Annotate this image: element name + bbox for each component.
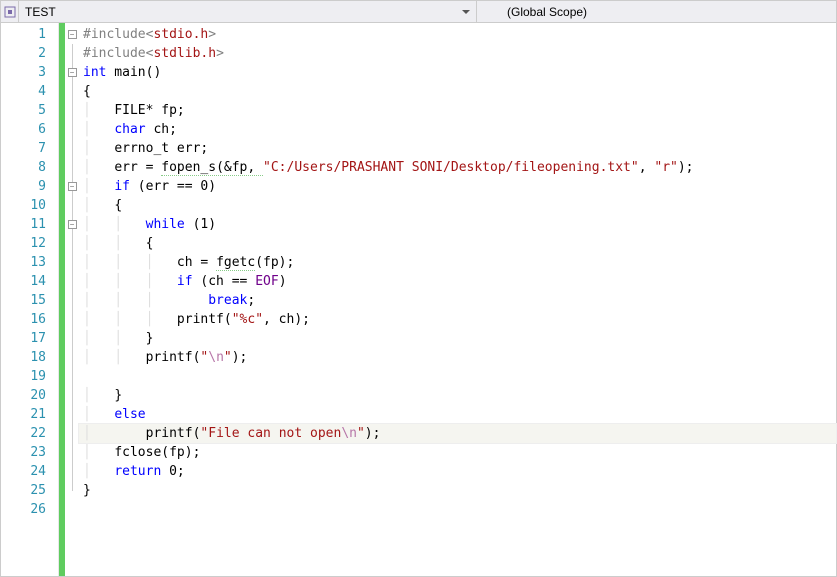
scope-dropdown[interactable]: (Global Scope)	[477, 1, 836, 22]
code-line[interactable]: int main()	[79, 63, 836, 82]
line-number-gutter: 1 2 3 4 5 6 7 8 9 10 11 12 13 14 15 16 1…	[1, 23, 59, 576]
line-number: 24	[1, 462, 58, 481]
line-number: 23	[1, 443, 58, 462]
line-number: 13	[1, 253, 58, 272]
code-line[interactable]: │ fclose(fp);	[79, 443, 836, 462]
code-line[interactable]	[79, 367, 836, 386]
context-label: TEST	[25, 5, 56, 19]
line-number: 19	[1, 367, 58, 386]
code-line[interactable]: │ {	[79, 196, 836, 215]
code-line[interactable]: │ │ │ ch = fgetc(fp);	[79, 253, 836, 272]
context-target-icon[interactable]	[1, 1, 19, 22]
line-number: 12	[1, 234, 58, 253]
line-number: 7	[1, 139, 58, 158]
fold-toggle-icon[interactable]: −	[68, 182, 77, 191]
line-number: 15	[1, 291, 58, 310]
line-number: 20	[1, 386, 58, 405]
context-dropdown[interactable]: TEST	[19, 1, 477, 22]
line-number: 3	[1, 63, 58, 82]
line-number: 1	[1, 25, 58, 44]
code-line[interactable]: │ │ │ printf("%c", ch);	[79, 310, 836, 329]
line-number: 18	[1, 348, 58, 367]
code-area[interactable]: #include<stdio.h> #include<stdlib.h> int…	[79, 23, 836, 576]
code-line[interactable]: │ errno_t err;	[79, 139, 836, 158]
code-line[interactable]: #include<stdio.h>	[79, 25, 836, 44]
code-line[interactable]: #include<stdlib.h>	[79, 44, 836, 63]
fold-toggle-icon[interactable]: −	[68, 220, 77, 229]
code-line[interactable]: │ │ │ if (ch == EOF)	[79, 272, 836, 291]
code-line[interactable]: {	[79, 82, 836, 101]
line-number: 6	[1, 120, 58, 139]
line-number: 8	[1, 158, 58, 177]
line-number: 26	[1, 500, 58, 519]
code-line[interactable]: │ char ch;	[79, 120, 836, 139]
code-line[interactable]: │ printf("File can not open\n");	[79, 424, 836, 443]
line-number: 4	[1, 82, 58, 101]
code-line[interactable]: │ │ while (1)	[79, 215, 836, 234]
line-number: 9	[1, 177, 58, 196]
line-number: 21	[1, 405, 58, 424]
line-number: 17	[1, 329, 58, 348]
chevron-down-icon	[462, 10, 470, 14]
line-number: 10	[1, 196, 58, 215]
line-number: 2	[1, 44, 58, 63]
code-line[interactable]: │ else	[79, 405, 836, 424]
outlining-margin: − − − −	[65, 23, 79, 576]
code-line[interactable]: │ err = fopen_s(&fp, "C:/Users/PRASHANT …	[79, 158, 836, 177]
fold-toggle-icon[interactable]: −	[68, 68, 77, 77]
code-line[interactable]: │ FILE* fp;	[79, 101, 836, 120]
fold-toggle-icon[interactable]: −	[68, 30, 77, 39]
line-number: 25	[1, 481, 58, 500]
code-line[interactable]: │ │ │ break;	[79, 291, 836, 310]
scope-label: (Global Scope)	[507, 5, 587, 19]
code-line[interactable]: }	[79, 481, 836, 500]
line-number: 11	[1, 215, 58, 234]
line-number: 5	[1, 101, 58, 120]
code-line[interactable]: │ │ printf("\n");	[79, 348, 836, 367]
line-number: 14	[1, 272, 58, 291]
code-editor: 1 2 3 4 5 6 7 8 9 10 11 12 13 14 15 16 1…	[1, 23, 836, 576]
toolbar: TEST (Global Scope)	[1, 1, 836, 23]
code-line[interactable]: │ │ {	[79, 234, 836, 253]
code-line[interactable]: │ }	[79, 386, 836, 405]
code-line[interactable]	[79, 500, 836, 519]
code-line[interactable]: │ return 0;	[79, 462, 836, 481]
line-number: 16	[1, 310, 58, 329]
code-line[interactable]: │ if (err == 0)	[79, 177, 836, 196]
code-line[interactable]: │ │ }	[79, 329, 836, 348]
line-number: 22	[1, 424, 58, 443]
